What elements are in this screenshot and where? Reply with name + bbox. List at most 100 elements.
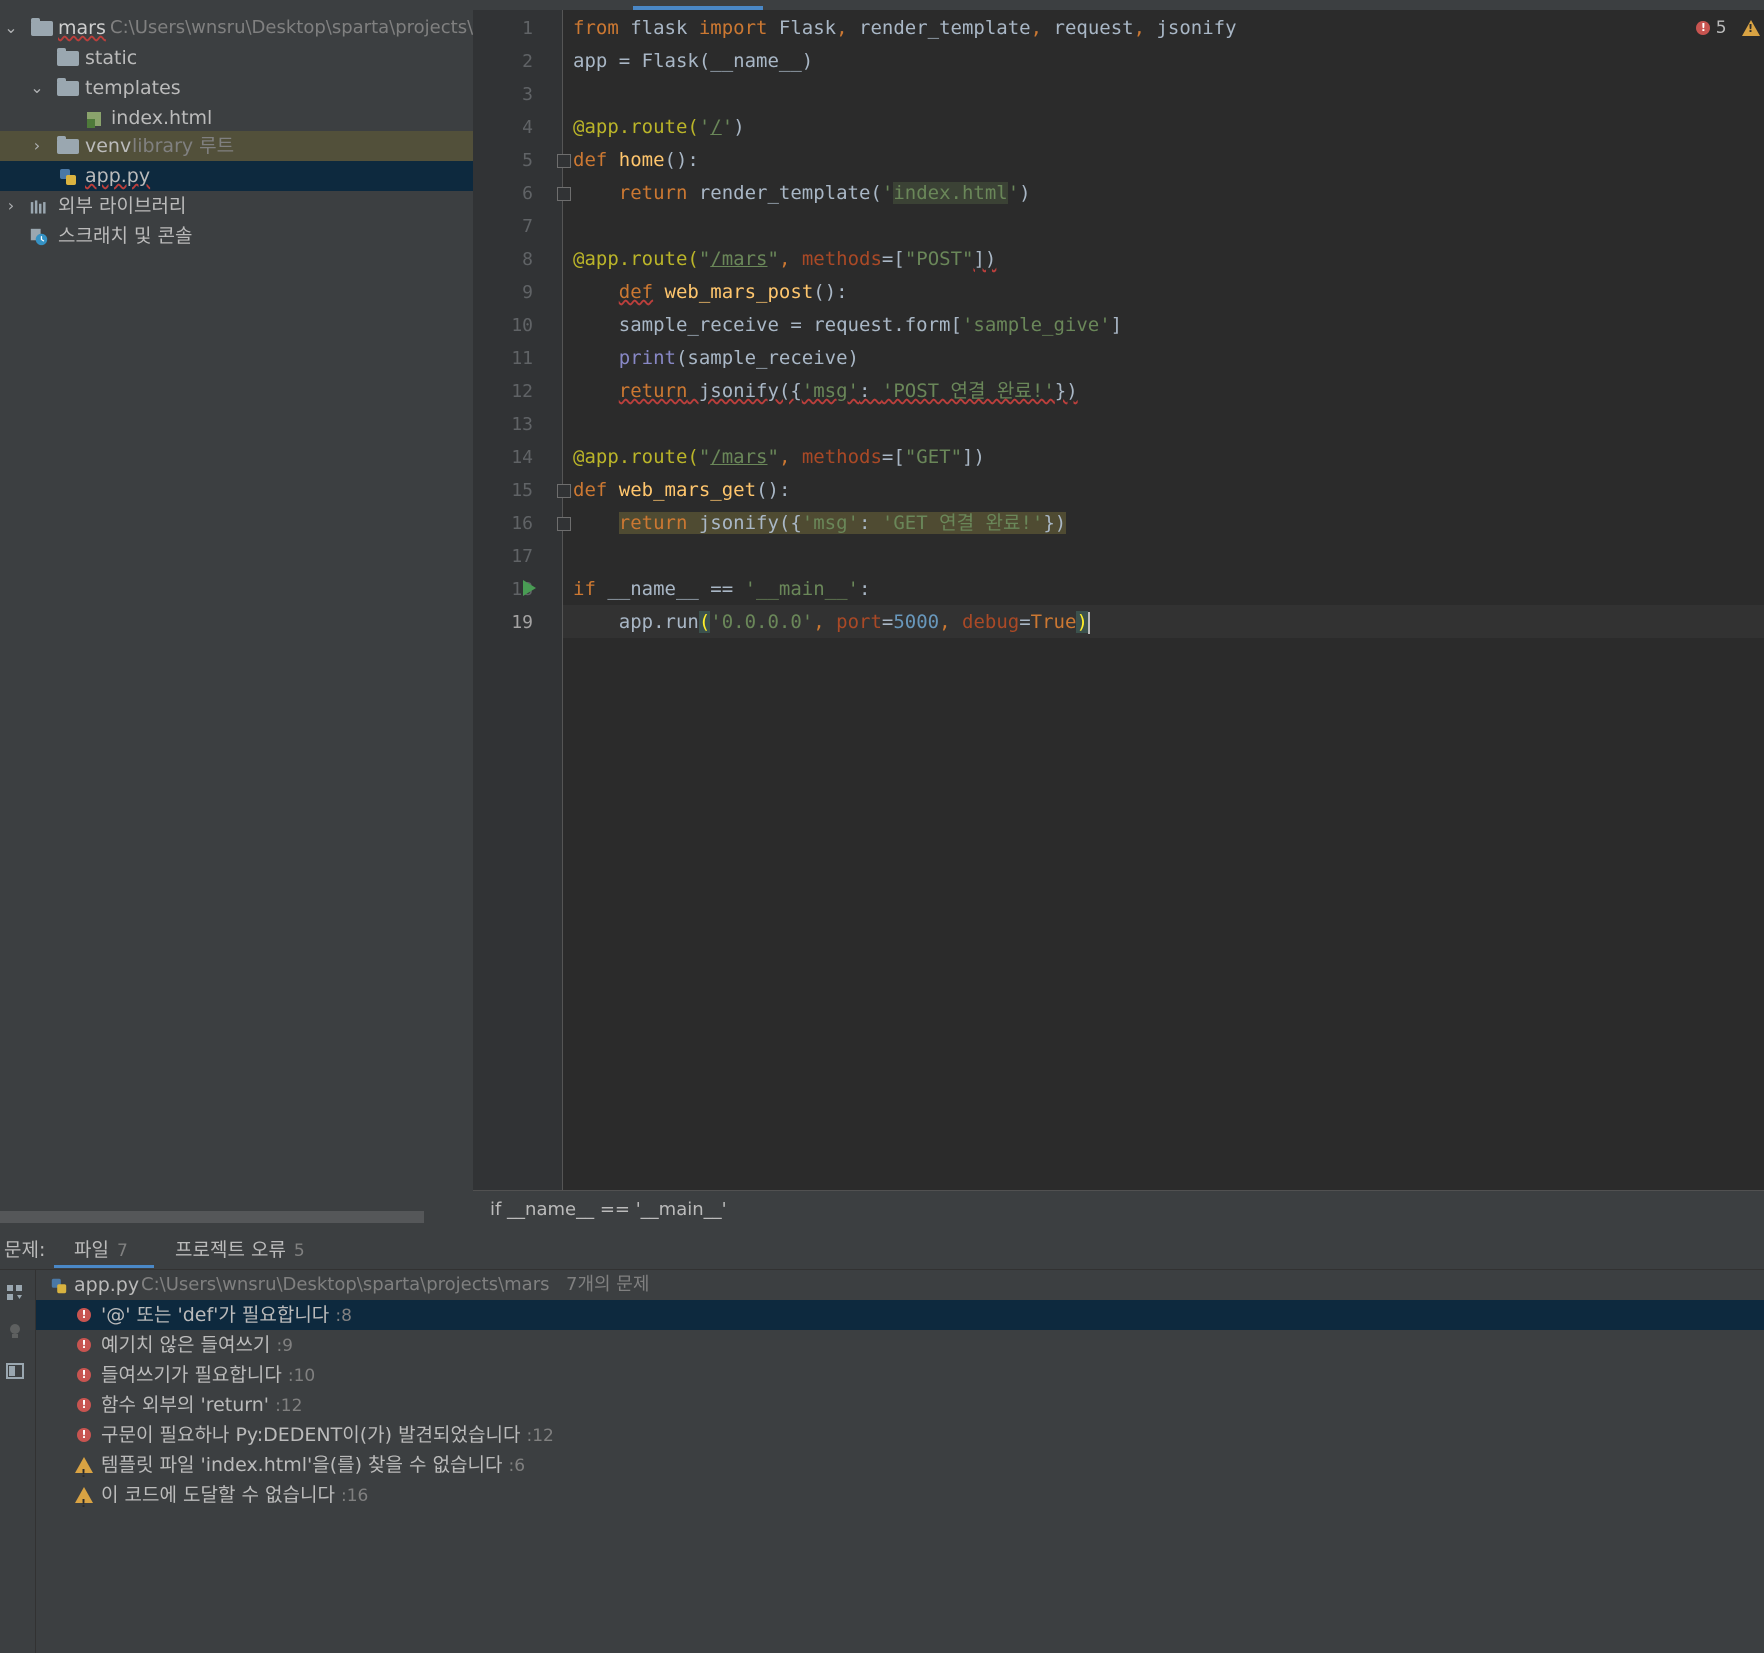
- code-text: ():: [813, 281, 848, 303]
- tab-project-errors[interactable]: 프로젝트 오류 5: [175, 1235, 305, 1262]
- code-text: :: [859, 380, 882, 402]
- lightbulb-icon[interactable]: [6, 1322, 24, 1340]
- code-punct: ,: [778, 446, 802, 468]
- code-line-2[interactable]: app = Flask(__name__): [573, 45, 813, 78]
- problem-file-name: app.py: [74, 1274, 140, 1296]
- problem-text: 예기치 않은 들여쓰기: [101, 1334, 271, 1356]
- string: ": [698, 446, 711, 468]
- code-line-9[interactable]: def web_mars_post():: [573, 276, 848, 309]
- code-line-16[interactable]: return jsonify({'msg': 'GET 연결 완료!'}): [573, 507, 1067, 540]
- code-line-4[interactable]: @app.route('/'): [573, 111, 745, 144]
- problem-file-row[interactable]: app.py C:\Users\wnsru\Desktop\sparta\pro…: [36, 1270, 1764, 1300]
- tree-item-static[interactable]: static: [0, 43, 473, 73]
- problem-item[interactable]: ! 함수 외부의 'return' :12: [36, 1390, 1764, 1420]
- function-name: home: [618, 149, 665, 171]
- line-number: 6: [522, 183, 533, 204]
- chevron-right-icon[interactable]: ›: [3, 191, 19, 221]
- breadcrumb-item[interactable]: if __name__ == '__main__': [490, 1199, 727, 1220]
- keyword: from: [573, 17, 619, 39]
- problem-item[interactable]: ! 예기치 않은 들여쓰기 :9: [36, 1330, 1764, 1360]
- code-line-5[interactable]: def home():: [573, 144, 699, 177]
- folder-icon: [57, 78, 79, 96]
- chevron-right-icon[interactable]: ›: [29, 131, 45, 161]
- tree-horizontal-scrollbar[interactable]: [0, 1211, 424, 1223]
- problem-line: :9: [276, 1336, 293, 1356]
- tree-item-venv[interactable]: › venv library 루트: [0, 131, 473, 161]
- problem-line: :12: [275, 1396, 303, 1416]
- code-text: app = Flask(__name__): [573, 50, 814, 72]
- tab-label: 파일: [74, 1239, 109, 1261]
- tree-item-scratches[interactable]: 스크래치 및 콘솔: [0, 221, 473, 251]
- problem-item[interactable]: ! '@' 또는 'def'가 필요합니다 :8: [36, 1300, 1764, 1330]
- line-number: 10: [511, 315, 533, 336]
- code-line-19[interactable]: app.run('0.0.0.0', port=5000, debug=True…: [573, 606, 1090, 639]
- tree-item-label: 스크래치 및 콘솔: [58, 225, 193, 247]
- line-number: 1: [522, 18, 533, 39]
- param: port: [836, 611, 882, 633]
- problem-line: :8: [335, 1306, 352, 1326]
- group-by-icon[interactable]: [6, 1284, 24, 1302]
- run-gutter-icon[interactable]: [523, 580, 536, 596]
- code-line-6[interactable]: return render_template('index.html'): [573, 177, 1031, 210]
- tree-item-external-libraries[interactable]: › 외부 라이브러리: [0, 191, 473, 221]
- chevron-down-icon[interactable]: ⌄: [29, 73, 45, 103]
- fold-marker-icon[interactable]: [557, 154, 571, 168]
- problem-text: 함수 외부의 'return': [101, 1394, 270, 1416]
- scratch-icon: [30, 228, 48, 246]
- inspection-widget[interactable]: ! 5: [1696, 18, 1760, 38]
- tab-label: 프로젝트 오류: [175, 1239, 286, 1261]
- chevron-down-icon[interactable]: ⌄: [3, 13, 19, 43]
- preview-pane-icon[interactable]: [6, 1362, 24, 1380]
- folder-icon: [57, 48, 79, 66]
- code-text: ():: [664, 149, 699, 171]
- problem-text: 구문이 필요하나 Py:DEDENT이(가) 발견되었습니다: [101, 1424, 521, 1446]
- problem-item[interactable]: 이 코드에 도달할 수 없습니다 :16: [36, 1480, 1764, 1519]
- fold-end-marker-icon[interactable]: [557, 187, 571, 201]
- code-line-11[interactable]: print(sample_receive): [573, 342, 859, 375]
- problem-text: '@' 또는 'def'가 필요합니다: [101, 1304, 330, 1326]
- string: 'POST 연결 완료!': [881, 380, 1055, 402]
- problem-item[interactable]: ! 구문이 필요하나 Py:DEDENT이(가) 발견되었습니다 :12: [36, 1420, 1764, 1450]
- line-number: 4: [522, 117, 533, 138]
- tree-item-templates[interactable]: ⌄ templates: [0, 73, 473, 103]
- keyword-error: def: [618, 281, 654, 303]
- string: ': [721, 116, 734, 138]
- code-editor[interactable]: ! 5 1 2 3 4 5 6 7 8 9 10 11 12 13 14 15 …: [473, 0, 1764, 1190]
- code-text: jsonify({: [687, 380, 802, 402]
- tree-item-root[interactable]: ⌄ mars C:\Users\wnsru\Desktop\sparta\pro…: [0, 13, 473, 43]
- code-line-15[interactable]: def web_mars_get():: [573, 474, 790, 507]
- code-line-12[interactable]: return jsonify({'msg': 'POST 연결 완료!'}): [573, 375, 1078, 408]
- code-line-8[interactable]: @app.route("/mars", methods=["POST"]): [573, 243, 996, 276]
- param: debug: [962, 611, 1020, 633]
- tree-item-app-py[interactable]: app.py: [0, 161, 473, 191]
- code-line-14[interactable]: @app.route("/mars", methods=["GET"]): [573, 441, 985, 474]
- code-line-18[interactable]: if __name__ == '__main__':: [573, 573, 870, 606]
- keyword: return: [618, 182, 688, 204]
- code-line-10[interactable]: sample_receive = request.form['sample_gi…: [573, 309, 1122, 342]
- code-punct: ,: [836, 17, 860, 39]
- error-count: 5: [1715, 18, 1727, 38]
- python-file-icon: [60, 169, 76, 185]
- problem-line: :6: [508, 1456, 526, 1476]
- string: '0.0.0.0': [710, 611, 814, 633]
- folder-icon: [57, 136, 79, 154]
- problem-item[interactable]: ! 들여쓰기가 필요합니다 :10: [36, 1360, 1764, 1390]
- warning-icon: [75, 1487, 93, 1519]
- error-icon: !: [77, 1368, 91, 1382]
- string: "GET": [904, 446, 963, 468]
- tree-item-index-html[interactable]: index.html: [0, 103, 473, 133]
- fold-end-marker-icon[interactable]: [557, 517, 571, 531]
- code-punct: ,: [1030, 17, 1054, 39]
- code-text: ]): [962, 446, 985, 468]
- editor-breadcrumb[interactable]: if __name__ == '__main__': [473, 1190, 1764, 1228]
- builtin: print: [618, 347, 676, 369]
- problems-title: 문제:: [4, 1239, 46, 1261]
- code-line-1[interactable]: from flask import Flask, render_template…: [573, 12, 1237, 45]
- code-text: Flask: [767, 17, 837, 39]
- problem-item[interactable]: 템플릿 파일 'index.html'을(를) 찾을 수 없습니다 :6: [36, 1450, 1764, 1489]
- line-number: 12: [511, 381, 533, 402]
- fold-marker-icon[interactable]: [557, 484, 571, 498]
- tab-file[interactable]: 파일 7: [74, 1235, 128, 1262]
